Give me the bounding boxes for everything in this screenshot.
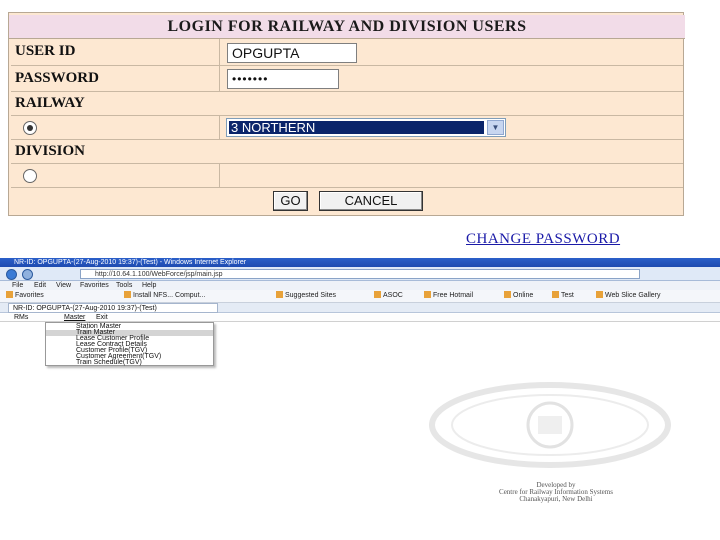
cancel-button[interactable]: CANCEL [319,191,423,211]
row-divider [11,91,683,92]
user-id-label: USER ID [15,43,76,59]
chevron-down-icon[interactable]: ▼ [487,120,504,135]
railway-radio[interactable] [23,121,37,135]
menu-master[interactable]: Master [64,314,85,322]
favorite-link[interactable]: Test [552,290,574,302]
star-icon [6,291,13,298]
row-divider [11,115,683,116]
railway-label: RAILWAY [15,95,85,111]
address-input[interactable]: http://10.64.1.100/WebForce/jsp/main.jsp [80,269,640,279]
favorite-link[interactable]: Free Hotmail [424,290,473,302]
user-id-input[interactable]: OPGUPTA [227,43,357,63]
credits-line: Chanakyapuri, New Delhi [519,495,593,503]
page-icon [424,291,431,298]
menu-favorites[interactable]: Favorites [80,281,109,290]
master-dropdown: Station Master Train Master Lease Custom… [45,322,214,366]
ie-window: NR-ID: OPGUPTA-(27-Aug-2010 19:37)-(Test… [0,258,720,540]
password-input[interactable]: ••••••• [227,69,339,89]
menu-edit[interactable]: Edit [34,281,46,290]
ie-address-bar: http://10.64.1.100/WebForce/jsp/main.jsp [0,267,720,281]
page-icon [276,291,283,298]
col-divider [219,39,220,91]
ie-menu-bar: File Edit View Favorites Tools Help [0,281,720,290]
favorite-link[interactable]: Install NFS... Comput... [124,290,205,302]
favorites-bar: Favorites Install NFS... Comput... Sugge… [0,290,720,303]
row-divider [11,139,683,140]
division-label: DIVISION [15,143,86,159]
credits: Developed by Centre for Railway Informat… [456,482,656,503]
ie-tab-bar: NR-ID: OPGUPTA-(27-Aug-2010 19:37)-(Test… [0,303,720,313]
login-panel: LOGIN FOR RAILWAY AND DIVISION USERS USE… [0,0,720,258]
menu-rms[interactable]: RMs [14,314,28,322]
menu-file[interactable]: File [12,281,23,290]
favorite-link[interactable]: ASOC [374,290,403,302]
radio-selected-dot [27,125,33,131]
menu-tools[interactable]: Tools [116,281,132,290]
menu-view[interactable]: View [56,281,71,290]
forward-icon[interactable] [22,269,33,280]
login-form: LOGIN FOR RAILWAY AND DIVISION USERS USE… [8,12,685,216]
railway-select[interactable]: 3 NORTHERN ▼ [226,118,506,137]
ie-tab[interactable]: NR-ID: OPGUPTA-(27-Aug-2010 19:37)-(Test… [8,303,218,313]
railway-selected-value: 3 NORTHERN [229,121,484,134]
page-icon [374,291,381,298]
page-icon [504,291,511,298]
favorite-link[interactable]: Online [504,290,533,302]
ie-title-bar: NR-ID: OPGUPTA-(27-Aug-2010 19:37)-(Test… [0,258,720,267]
change-password-link[interactable]: CHANGE PASSWORD [466,231,620,248]
railway-emblem-watermark [429,382,671,468]
menu-help[interactable]: Help [142,281,156,290]
password-label: PASSWORD [15,70,99,86]
division-radio[interactable] [23,169,37,183]
app-menu-bar: RMs Master Exit [0,314,720,322]
row-divider [11,163,683,164]
col-divider [219,163,220,187]
page-icon [596,291,603,298]
menu-exit[interactable]: Exit [96,314,108,322]
login-title: LOGIN FOR RAILWAY AND DIVISION USERS [9,15,685,39]
row-divider [11,65,683,66]
favorite-link[interactable]: Web Slice Gallery [596,290,661,302]
favorite-link[interactable]: Suggested Sites [276,290,336,302]
dropdown-item-train-schedule-tgv[interactable]: Train Schedule(TGV) [46,359,213,366]
col-divider [219,115,220,139]
page-icon [124,291,131,298]
page-icon [552,291,559,298]
row-divider [11,187,683,188]
back-icon[interactable] [6,269,17,280]
favorites-button[interactable]: Favorites [6,290,44,302]
go-button[interactable]: GO [273,191,308,211]
